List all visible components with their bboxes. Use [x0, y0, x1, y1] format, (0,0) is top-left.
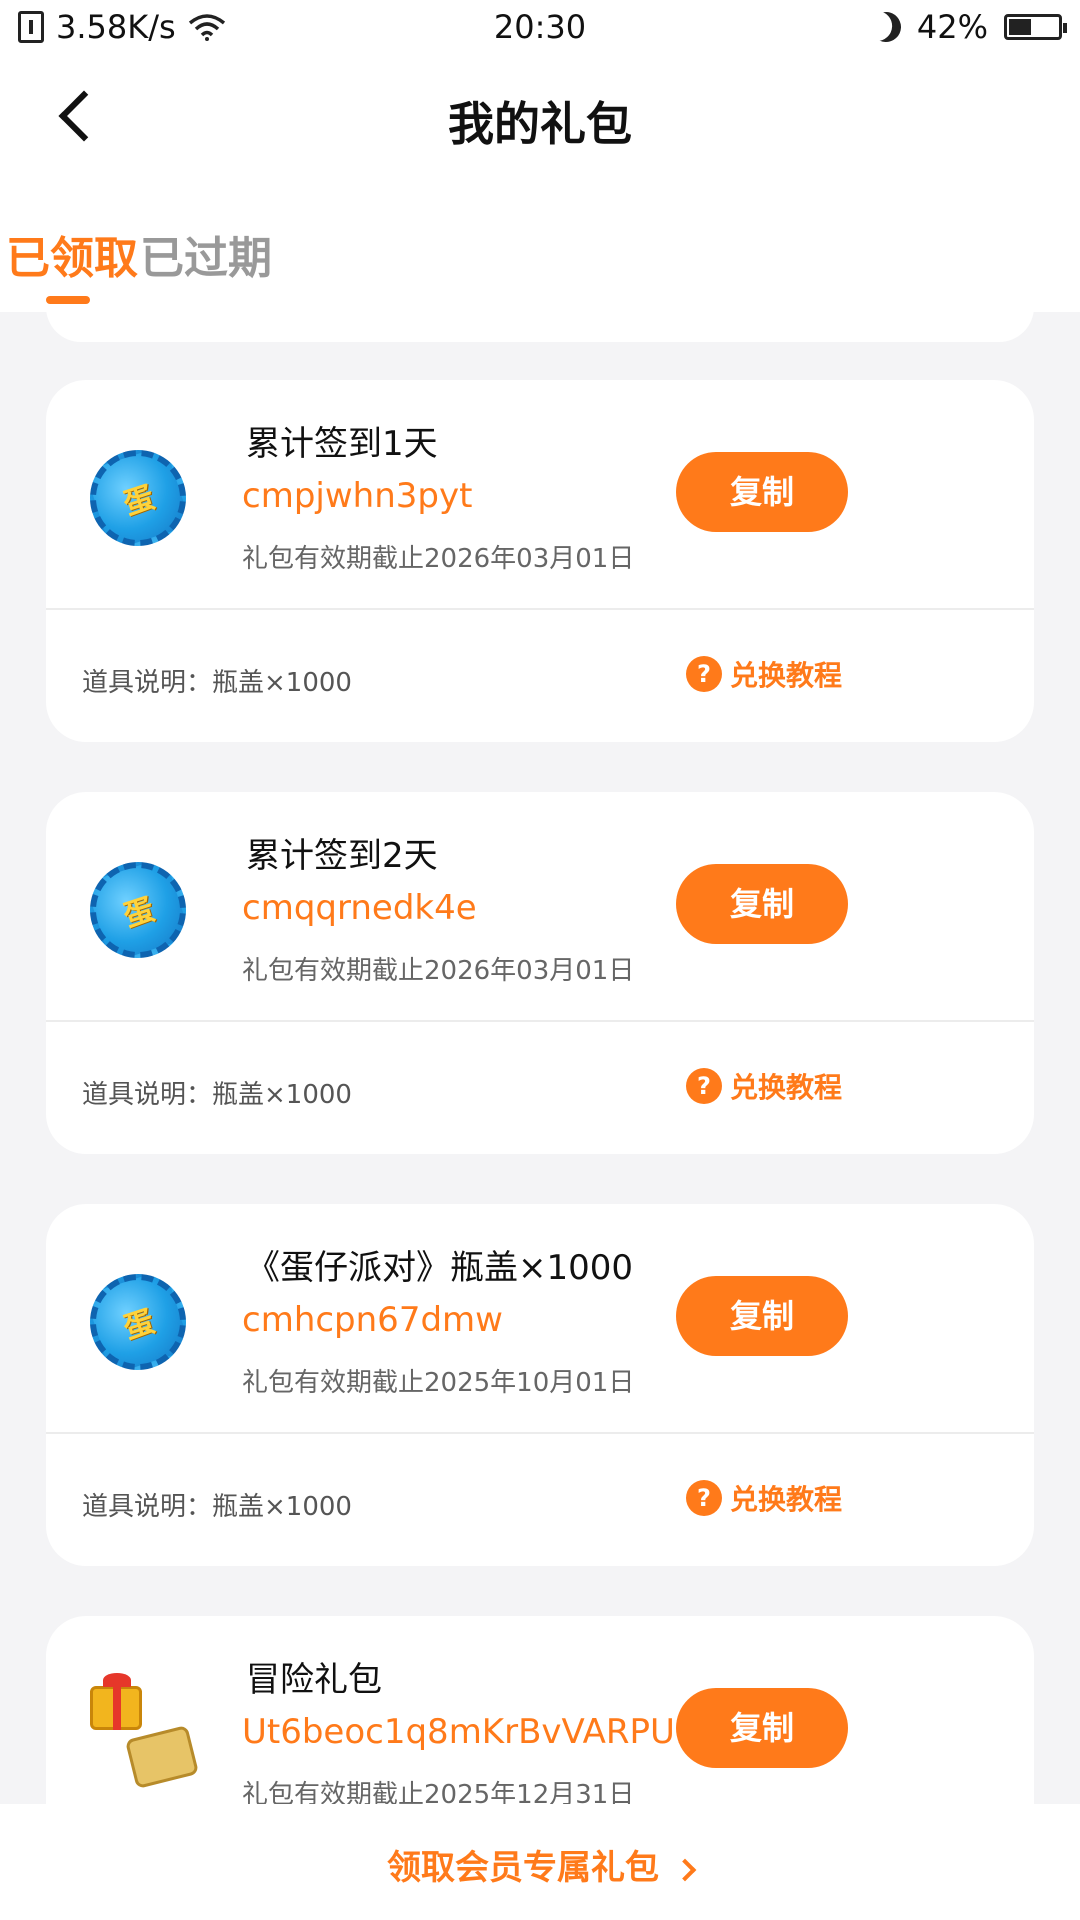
gift-title: 累计签到1天 [246, 424, 438, 464]
item-description: 道具说明：瓶盖×1000 [82, 668, 352, 698]
gift-code: cmqqrnedk4e [242, 888, 477, 928]
gift-code: cmpjwhn3pyt [242, 476, 473, 516]
tutorial-label: 兑换教程 [730, 1071, 843, 1104]
gift-card-main: 冒险礼包 Ut6beoc1q8mKrBvVARPUp··· 礼包有效期截止202… [46, 1616, 1034, 1804]
footer-bar: 领取会员专属礼包 [0, 1804, 1080, 1920]
gift-card-footer: 道具说明：瓶盖×1000 ? 兑换教程 [46, 1022, 1034, 1154]
gift-card-main: 蛋 《蛋仔派对》瓶盖×1000 cmhcpn67dmw 礼包有效期截止2025年… [46, 1204, 1034, 1432]
gift-code: cmhcpn67dmw [242, 1300, 503, 1340]
page-title: 我的礼包 [448, 97, 632, 151]
gift-card: 冒险礼包 Ut6beoc1q8mKrBvVARPUp··· 礼包有效期截止202… [46, 1616, 1034, 1804]
gift-title: 《蛋仔派对》瓶盖×1000 [246, 1248, 634, 1288]
gift-expiry: 礼包有效期截止2025年12月31日 [242, 1780, 635, 1804]
redeem-tutorial-link[interactable]: ? 兑换教程 [686, 654, 842, 694]
gift-card: 蛋 累计签到1天 cmpjwhn3pyt 礼包有效期截止2026年03月01日 … [46, 380, 1034, 742]
question-mark-icon: ? [686, 656, 722, 692]
copy-button[interactable]: 复制 [676, 864, 848, 944]
gift-card-footer: 道具说明：瓶盖×1000 ? 兑换教程 [46, 1434, 1034, 1566]
bottle-cap-icon: 蛋 [77, 437, 200, 560]
status-bar: 3.58K/s 20:30 42% [0, 0, 1080, 52]
copy-button[interactable]: 复制 [676, 1688, 848, 1768]
copy-button[interactable]: 复制 [676, 452, 848, 532]
copy-button[interactable]: 复制 [676, 1276, 848, 1356]
bottle-cap-icon: 蛋 [77, 849, 200, 972]
app-header: 我的礼包 [0, 52, 1080, 192]
gift-card-main: 蛋 累计签到1天 cmpjwhn3pyt 礼包有效期截止2026年03月01日 … [46, 380, 1034, 608]
do-not-disturb-moon-icon [867, 8, 905, 46]
item-description: 道具说明：瓶盖×1000 [82, 1492, 352, 1522]
redeem-tutorial-link[interactable]: ? 兑换教程 [686, 1066, 842, 1106]
gift-code: Ut6beoc1q8mKrBvVARPUp··· [242, 1712, 712, 1752]
redeem-tutorial-link[interactable]: ? 兑换教程 [686, 1478, 842, 1518]
scroll-icon [124, 1725, 200, 1789]
gift-list[interactable]: 蛋 累计签到1天 cmpjwhn3pyt 礼包有效期截止2026年03月01日 … [0, 312, 1080, 1804]
member-gift-link[interactable]: 领取会员专属礼包 [0, 1840, 1080, 1889]
battery-percent: 42% [916, 8, 988, 46]
tab-claimed[interactable]: 已领取 [6, 222, 138, 286]
battery-icon [1004, 14, 1067, 40]
tab-bar: 已领取 已过期 [0, 192, 1080, 312]
question-mark-icon: ? [686, 1480, 722, 1516]
gift-expiry: 礼包有效期截止2025年10月01日 [242, 1368, 635, 1398]
tutorial-label: 兑换教程 [730, 659, 843, 692]
question-mark-icon: ? [686, 1068, 722, 1104]
tutorial-label: 兑换教程 [730, 1483, 843, 1516]
member-gift-label: 领取会员专属礼包 [387, 1848, 659, 1888]
gift-expiry: 礼包有效期截止2026年03月01日 [242, 544, 635, 574]
active-tab-indicator [46, 296, 90, 304]
status-right: 42% [871, 8, 1067, 46]
gift-title: 累计签到2天 [246, 836, 438, 876]
gift-card: 蛋 累计签到2天 cmqqrnedk4e 礼包有效期截止2026年03月01日 … [46, 792, 1034, 1154]
item-description: 道具说明：瓶盖×1000 [82, 1080, 352, 1110]
gift-card-main: 蛋 累计签到2天 cmqqrnedk4e 礼包有效期截止2026年03月01日 … [46, 792, 1034, 1020]
gift-box-scroll-icon [90, 1673, 200, 1796]
gift-title: 冒险礼包 [246, 1660, 382, 1700]
bottle-cap-icon: 蛋 [77, 1261, 200, 1384]
gift-card-footer: 道具说明：瓶盖×1000 ? 兑换教程 [46, 610, 1034, 742]
gift-box-icon [90, 1673, 142, 1730]
gift-card: 蛋 《蛋仔派对》瓶盖×1000 cmhcpn67dmw 礼包有效期截止2025年… [46, 1204, 1034, 1566]
gift-expiry: 礼包有效期截止2026年03月01日 [242, 956, 635, 986]
chevron-right-icon [673, 1858, 697, 1881]
previous-card-edge [46, 312, 1034, 342]
tab-expired[interactable]: 已过期 [140, 222, 272, 286]
